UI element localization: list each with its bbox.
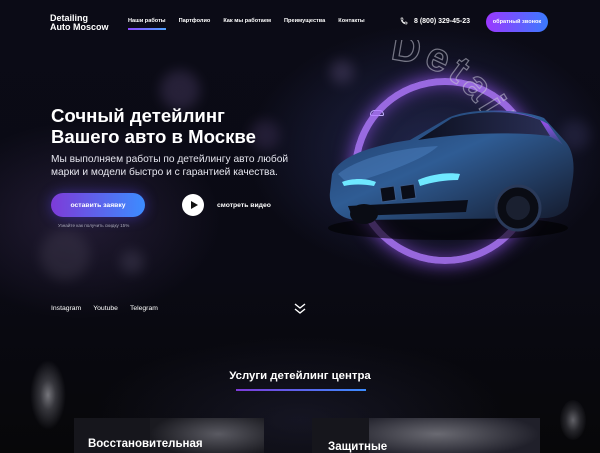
hero-title: Сочный детейлинг Вашего авто в Москве xyxy=(51,105,351,147)
bokeh-light xyxy=(160,70,200,110)
logo-line2: Auto Moscow xyxy=(50,22,109,32)
services-title-underline xyxy=(236,389,366,391)
social-links: Instagram Youtube Telegram xyxy=(51,305,158,312)
site-logo[interactable]: Detailing Auto Moscow xyxy=(50,14,384,116)
services-title: Услуги детейлинг центра xyxy=(229,370,371,382)
service-card-label: Восстановительная xyxy=(88,438,203,450)
phone-link[interactable]: 8 (800) 329-45-23 xyxy=(400,17,470,25)
bokeh-light xyxy=(40,230,90,280)
smoke-decoration xyxy=(560,400,586,440)
discount-hint: Узнайте как получить скидку 15% xyxy=(58,223,130,228)
social-link-instagram[interactable]: Instagram xyxy=(51,305,81,312)
phone-icon xyxy=(400,17,408,25)
callback-button[interactable]: обратный звонок xyxy=(486,12,548,32)
service-card-image xyxy=(369,418,540,453)
phone-number: 8 (800) 329-45-23 xyxy=(414,17,471,25)
nav-item-advantages[interactable]: Преимущества xyxy=(284,18,325,24)
page: Detailing Auto Moscow Наши работы Партфо… xyxy=(0,0,600,453)
request-button[interactable]: оставить заявку xyxy=(51,193,145,217)
play-icon[interactable] xyxy=(182,194,204,216)
main-nav: Наши работы Партфолио Как мы работаем Пр… xyxy=(128,18,365,30)
nav-item-contacts[interactable]: Контакты xyxy=(338,18,364,24)
bokeh-light xyxy=(120,250,144,274)
service-card[interactable]: Восстановительная xyxy=(74,418,264,453)
nav-item-works[interactable]: Наши работы xyxy=(128,18,166,30)
double-chevron-down-icon[interactable] xyxy=(292,302,308,316)
service-card-label: Защитные xyxy=(328,441,388,453)
hero-title-line1: Сочный детейлинг xyxy=(51,105,225,126)
hero-subtitle: Мы выполняем работы по детейлингу авто л… xyxy=(51,154,289,178)
watch-video-link[interactable]: смотреть видео xyxy=(217,202,271,209)
nav-item-how-we-work[interactable]: Как мы работаем xyxy=(223,18,271,24)
social-link-youtube[interactable]: Youtube xyxy=(93,305,118,312)
hero-title-line2: Вашего авто в Москве xyxy=(51,126,256,147)
nav-item-portfolio[interactable]: Партфолио xyxy=(179,18,211,24)
social-link-telegram[interactable]: Telegram xyxy=(130,305,158,312)
car-image xyxy=(328,109,574,240)
service-card[interactable]: Защитные xyxy=(312,418,540,453)
